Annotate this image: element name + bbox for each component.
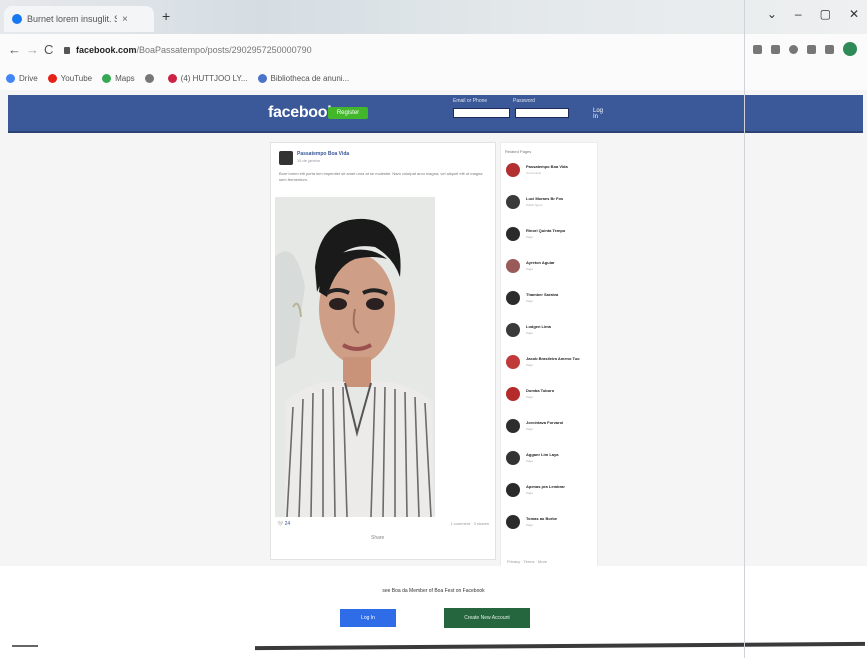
extension-icons: [753, 42, 857, 56]
related-page-item[interactable]: Tomas ao Borbe Page: [506, 513, 594, 537]
page-avatar: [506, 323, 520, 337]
divider: [254, 641, 866, 651]
bookmark-item[interactable]: (4) HUTTJOO LY...: [167, 73, 248, 83]
close-window-button[interactable]: ✕: [849, 7, 859, 21]
signup-button[interactable]: Register: [328, 107, 368, 119]
sidepanel-icon[interactable]: [825, 44, 834, 54]
reload-button[interactable]: C: [44, 42, 53, 57]
tab-search-icon[interactable]: ⌄: [767, 7, 777, 21]
maps-icon: [102, 73, 112, 83]
youtube-icon: [47, 73, 57, 83]
browser-tab[interactable]: Burnet lorem insuglit. Sebeer ×: [4, 6, 154, 32]
share-icon[interactable]: [771, 44, 780, 54]
tab-title: Burnet lorem insuglit. Sebeer: [27, 14, 117, 24]
bookmark-item[interactable]: Drive: [6, 73, 38, 83]
portrait-illustration: [275, 197, 435, 517]
browser-toolbar: ← → C facebook.com/BoaPassatempo/posts/2…: [0, 34, 867, 66]
tab-close-icon[interactable]: ×: [122, 14, 128, 25]
related-page-item[interactable]: Domba Toboro Page: [506, 385, 594, 409]
related-page-item[interactable]: Jacob Brasileira Ameno Tuo Page: [506, 353, 594, 377]
related-page-item[interactable]: Passatempo Boa Vida Community: [506, 161, 594, 185]
login-banner: see Boa da Member of Boa Fest on Faceboo…: [0, 566, 867, 658]
related-page-item[interactable]: Ayreton Aguiar Page: [506, 257, 594, 281]
extension-icon[interactable]: [789, 44, 798, 54]
bookmark-item[interactable]: Bibliotheca de anuni...: [257, 73, 349, 83]
back-button[interactable]: ←: [8, 42, 21, 57]
reactions-count[interactable]: 🤍 24: [277, 521, 290, 527]
post-date[interactable]: 15 de janeiro: [297, 158, 320, 163]
page-avatar: [506, 483, 520, 497]
page-avatar: [506, 387, 520, 401]
person-icon: [144, 73, 154, 83]
login-button[interactable]: Log In: [593, 108, 603, 120]
related-page-item[interactable]: Rinori Quinta Tempo Page: [506, 225, 594, 249]
related-page-item[interactable]: Apenas pra Lembrar Page: [506, 481, 594, 505]
address-bar[interactable]: facebook.com/BoaPassatempo/posts/2902957…: [64, 40, 684, 60]
page-avatar: [506, 163, 520, 177]
password-field[interactable]: [515, 108, 569, 118]
related-page-item[interactable]: Jorcintava Forvarol Page: [506, 417, 594, 441]
profile-avatar[interactable]: [843, 42, 857, 56]
facebook-logo[interactable]: facebook: [268, 104, 336, 122]
related-page-item[interactable]: Thamber Saraiva Page: [506, 289, 594, 313]
page-avatar: [506, 291, 520, 305]
email-field[interactable]: [453, 108, 510, 118]
maximize-button[interactable]: ▢: [820, 7, 831, 21]
new-tab-button[interactable]: +: [162, 8, 170, 24]
page-avatar: [506, 515, 520, 529]
related-page-item[interactable]: Lodgen Lima Page: [506, 321, 594, 345]
facebook-header: facebook Register Email or Phone Passwor…: [8, 95, 863, 133]
bookmark-favicon-icon: [167, 73, 177, 83]
sidebar-title: Related Pages: [505, 149, 532, 154]
lock-icon[interactable]: [64, 46, 70, 54]
create-account-button[interactable]: Create New Account: [444, 608, 530, 628]
window-controls: ⌄ – ▢ ✕: [767, 7, 859, 21]
page-avatar: [506, 419, 520, 433]
related-pages-sidebar: Related Pages Passatempo Boa Vida Communi…: [500, 142, 598, 574]
banner-login-button[interactable]: Log In: [340, 609, 396, 627]
bookmarks-bar: Drive YouTube Maps (4) HUTTJOO LY... Bib…: [0, 66, 867, 90]
related-page-item[interactable]: Luci Moraes Br Fos Public figure: [506, 193, 594, 217]
page-avatar: [506, 259, 520, 273]
email-label: Email or Phone: [453, 98, 488, 104]
page-avatar: [506, 355, 520, 369]
divider: [12, 645, 38, 647]
post-photo[interactable]: [275, 197, 435, 517]
puzzle-icon[interactable]: [807, 44, 816, 54]
url-path: /BoaPassatempo/posts/2902957250000790: [136, 45, 312, 55]
post-author-avatar[interactable]: [279, 151, 293, 165]
bookmark-item[interactable]: Maps: [102, 73, 135, 83]
page-avatar: [506, 227, 520, 241]
browser-tab-bar: Burnet lorem insuglit. Sebeer × + ⌄ – ▢ …: [0, 0, 867, 34]
page-avatar: [506, 195, 520, 209]
forward-button[interactable]: →: [26, 42, 39, 57]
window-divider: [744, 0, 745, 658]
bookmark-item[interactable]: [144, 73, 158, 83]
related-page-item[interactable]: Agganr Lim Laya Page: [506, 449, 594, 473]
library-icon: [257, 73, 267, 83]
zoom-icon[interactable]: [753, 44, 762, 54]
facebook-favicon-icon: [12, 14, 22, 24]
password-label: Password: [513, 98, 535, 104]
post-card: Passatempo Boa Vida 15 de janeiro Bore l…: [270, 142, 496, 560]
url-host: facebook.com: [76, 45, 137, 55]
page-avatar: [506, 451, 520, 465]
minimize-button[interactable]: –: [795, 7, 802, 21]
share-button[interactable]: Share: [371, 535, 384, 541]
page-viewport: facebook Register Email or Phone Passwor…: [0, 90, 867, 658]
drive-icon: [6, 73, 15, 83]
bookmark-item[interactable]: YouTube: [47, 73, 92, 83]
post-text: Bore lorem elit porta lem imperdiet sit …: [279, 171, 483, 182]
post-author[interactable]: Passatempo Boa Vida: [297, 151, 349, 157]
sidebar-footer[interactable]: Privacy · Terms · More: [507, 559, 547, 564]
comments-count[interactable]: 1 comment · 3 shares: [450, 521, 489, 526]
banner-text: see Boa da Member of Boa Fest on Faceboo…: [382, 588, 485, 594]
